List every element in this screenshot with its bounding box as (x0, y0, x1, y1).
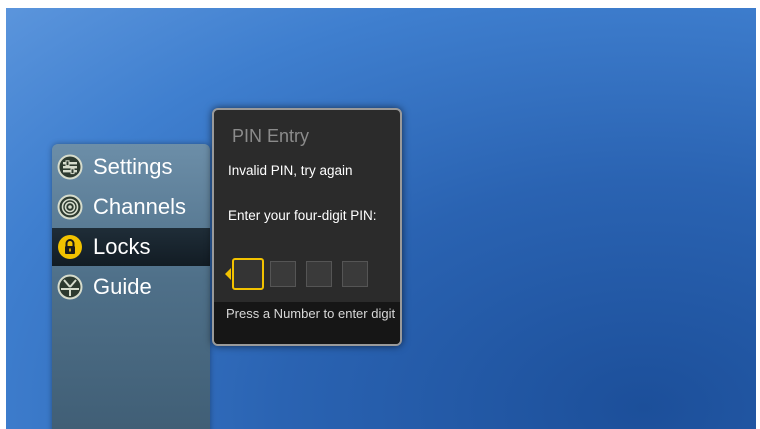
dialog-title: PIN Entry (232, 126, 310, 146)
menu-item-settings[interactable]: Settings (52, 148, 210, 186)
guide-icon (57, 274, 83, 300)
menu-item-label: Locks (93, 234, 151, 259)
menu-item-label: Guide (93, 274, 152, 299)
pin-digit-1[interactable] (232, 258, 264, 290)
input-hint: Press a Number to enter digit (226, 306, 396, 321)
settings-icon (57, 154, 83, 180)
channels-icon (57, 194, 83, 220)
pin-entry-dialog: PIN Entry Invalid PIN, try again Enter y… (212, 108, 402, 346)
menu-item-guide[interactable]: Guide (52, 268, 210, 306)
pin-digit-2[interactable] (270, 261, 296, 287)
pin-digit-4[interactable] (342, 261, 368, 287)
pin-digit-3[interactable] (306, 261, 332, 287)
dialog-footer: Press a Number to enter digit (214, 302, 400, 344)
error-message: Invalid PIN, try again (228, 163, 353, 178)
tv-screen: Settings Channels Locks Guide PIN Entry … (6, 8, 756, 429)
lock-icon (57, 234, 83, 260)
menu-item-locks[interactable]: Locks (52, 228, 210, 266)
menu-item-label: Settings (93, 154, 173, 179)
caret-left-icon (225, 268, 231, 280)
side-menu: Settings Channels Locks Guide (52, 144, 210, 429)
pin-prompt: Enter your four-digit PIN: (228, 208, 377, 223)
menu-item-channels[interactable]: Channels (52, 188, 210, 226)
pin-input-row (225, 258, 396, 292)
menu-item-label: Channels (93, 194, 186, 219)
